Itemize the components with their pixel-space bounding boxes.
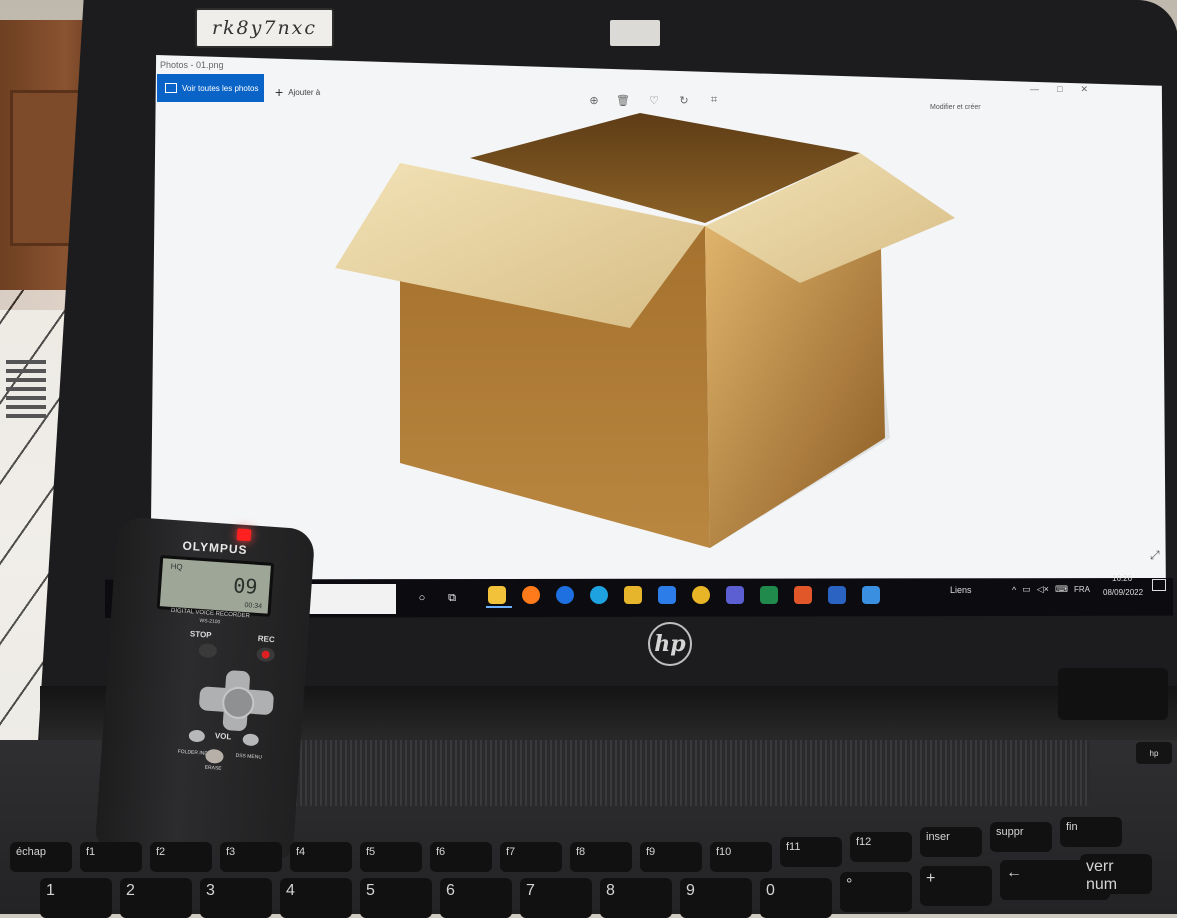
clock-time[interactable]: 16:26	[1112, 574, 1132, 583]
taskbar-app-dropbox-icon[interactable]	[658, 586, 676, 604]
key-row2-6[interactable]: 7	[520, 878, 592, 918]
lcd-time: 00:34	[244, 602, 263, 611]
volume-up-button[interactable]	[242, 733, 260, 747]
volume-down-button[interactable]	[188, 729, 206, 743]
taskbar-app-teams-icon[interactable]	[726, 586, 744, 604]
notification-icon[interactable]	[1152, 579, 1166, 591]
stop-button[interactable]	[198, 642, 218, 659]
minimize-button[interactable]: —	[1030, 84, 1039, 95]
hp-logo: hp	[648, 622, 692, 666]
task-view-icon[interactable]: ⧉	[446, 592, 458, 604]
view-all-photos-button[interactable]: Voir toutes les photos	[157, 74, 264, 102]
maximize-button[interactable]: □	[1057, 84, 1062, 95]
taskbar-app-photos-icon[interactable]	[862, 586, 880, 604]
key-row2-8[interactable]: 9	[680, 878, 752, 918]
links-toolbar[interactable]: Liens	[950, 585, 972, 595]
taskbar-app-app-blue-circle-icon[interactable]	[556, 586, 574, 604]
rotate-icon[interactable]: ↻	[678, 94, 690, 107]
taskbar-app-word-icon[interactable]	[828, 586, 846, 604]
key-row2-9[interactable]: 0	[760, 878, 832, 918]
battery-icon[interactable]: ▭	[1022, 584, 1031, 595]
key-14[interactable]: suppr	[990, 822, 1052, 852]
fullscreen-icon[interactable]: ⤢	[1150, 548, 1160, 563]
erase-button[interactable]	[205, 748, 224, 764]
cardboard-box-image	[335, 113, 955, 548]
clock-date[interactable]: 08/09/2022	[1103, 588, 1143, 597]
crop-icon[interactable]: ⌗	[708, 94, 720, 106]
recording-led	[236, 528, 252, 542]
erase-label: ERASE	[204, 764, 222, 772]
key-15[interactable]: fin	[1060, 817, 1122, 847]
hinge-tab	[1058, 668, 1168, 720]
key-2[interactable]: f2	[150, 842, 212, 872]
key-row2-13[interactable]: verr num	[1080, 854, 1152, 894]
key-row2-4[interactable]: 5	[360, 878, 432, 918]
keyboard-icon[interactable]: ⌨	[1055, 584, 1068, 595]
key-row2-11[interactable]: +	[920, 866, 992, 906]
key-0[interactable]: échap	[10, 842, 72, 872]
window-title: Photos - 01.png	[160, 60, 224, 70]
key-3[interactable]: f3	[220, 842, 282, 872]
webcam-cover	[610, 20, 660, 46]
key-6[interactable]: f6	[430, 842, 492, 872]
vol-label: VOL	[214, 731, 232, 742]
zoom-icon[interactable]: ⊕	[588, 94, 600, 107]
key-11[interactable]: f11	[780, 837, 842, 867]
key-row2-0[interactable]: 1	[40, 878, 112, 918]
recorder-brand: OLYMPUS	[181, 538, 249, 558]
taskbar-app-chrome-icon[interactable]	[692, 586, 710, 604]
key-5[interactable]: f5	[360, 842, 422, 872]
taskbar-app-file-explorer-icon[interactable]	[488, 586, 506, 604]
record-button[interactable]	[256, 647, 276, 663]
recorder-dpad[interactable]	[197, 668, 275, 733]
key-13[interactable]: inser	[920, 827, 982, 857]
chevron-up-icon[interactable]: ^	[1012, 585, 1016, 595]
hp-key-button[interactable]: hp	[1136, 742, 1172, 764]
volume-icon[interactable]: ◁×	[1037, 584, 1049, 595]
photos-icon	[165, 83, 177, 93]
key-row2-2[interactable]: 3	[200, 878, 272, 918]
speaker-grille	[290, 740, 1090, 806]
key-row2-3[interactable]: 4	[280, 878, 352, 918]
taskbar-app-app-orange-icon[interactable]	[794, 586, 812, 604]
key-8[interactable]: f8	[570, 842, 632, 872]
rec-label: REC	[257, 634, 275, 645]
key-row2-5[interactable]: 6	[440, 878, 512, 918]
sticker-label: rk8y7nxc	[195, 8, 334, 48]
taskbar-app-firefox-icon[interactable]	[522, 586, 540, 604]
cortana-icon[interactable]: ○	[416, 592, 428, 604]
favorite-icon[interactable]: ♡	[648, 94, 660, 107]
lcd-file-number: 09	[232, 573, 259, 599]
close-button[interactable]: ✕	[1080, 84, 1088, 95]
lcd-quality: HQ	[170, 561, 183, 572]
language-indicator[interactable]: FRA	[1074, 585, 1090, 594]
taskbar-app-app-dots-icon[interactable]	[624, 586, 642, 604]
key-10[interactable]: f10	[710, 842, 772, 872]
plus-icon: +	[275, 84, 284, 100]
delete-icon[interactable]: 🗑	[616, 94, 630, 107]
window-controls: — □ ✕	[1030, 84, 1088, 95]
key-1[interactable]: f1	[80, 842, 142, 872]
system-tray-icons[interactable]: ^ ▭ ◁× ⌨	[1012, 584, 1068, 595]
key-9[interactable]: f9	[640, 842, 702, 872]
key-12[interactable]: f12	[850, 832, 912, 862]
voice-recorder: OLYMPUS HQ 09 00:34 DIGITAL VOICE RECORD…	[94, 516, 316, 860]
key-4[interactable]: f4	[290, 842, 352, 872]
taskbar-app-excel-icon[interactable]	[760, 586, 778, 604]
key-row2-10[interactable]: °	[840, 872, 912, 912]
active-app-indicator	[486, 606, 512, 608]
key-row2-7[interactable]: 8	[600, 878, 672, 918]
key-7[interactable]: f7	[500, 842, 562, 872]
taskbar-app-edge-icon[interactable]	[590, 586, 608, 604]
add-to-label: Ajouter à	[288, 87, 321, 97]
key-row2-1[interactable]: 2	[120, 878, 192, 918]
dss-menu-label: DSS MENU	[235, 752, 263, 761]
add-to-button[interactable]: + Ajouter à	[275, 84, 320, 100]
notebook-spiral	[6, 360, 46, 420]
view-all-photos-label: Voir toutes les photos	[182, 83, 259, 93]
stop-label: STOP	[189, 629, 212, 640]
